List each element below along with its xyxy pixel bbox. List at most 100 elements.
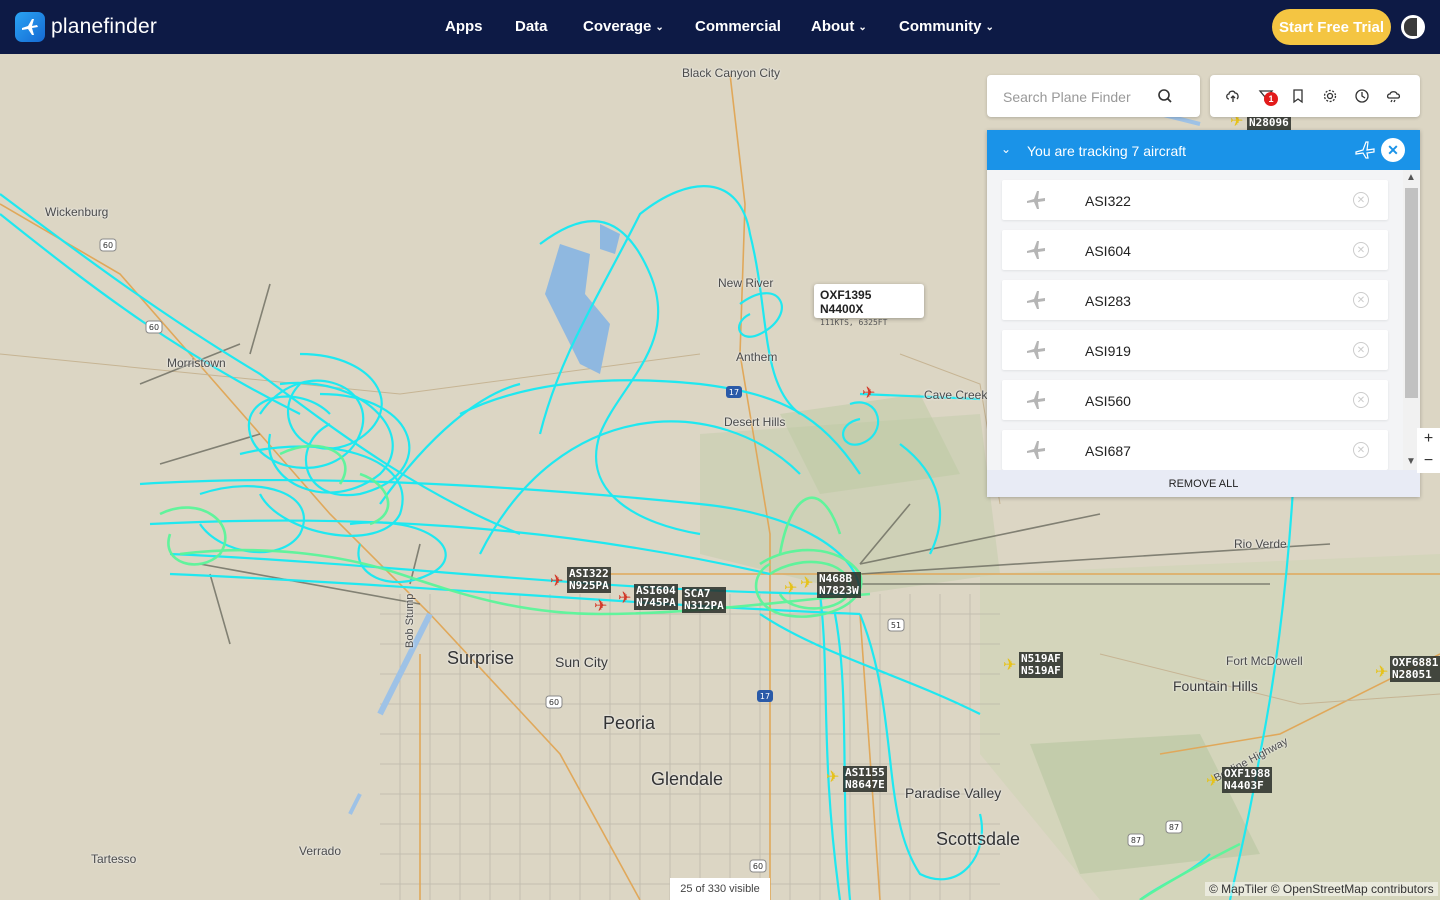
flight-registration: N745PA [636,596,676,609]
nav-commercial[interactable]: Commercial [695,18,781,35]
svg-text:60: 60 [549,698,559,707]
flight-label[interactable]: N519AF N519AF [1019,652,1063,678]
tracked-aircraft-row[interactable]: ASI283 ✕ [1002,280,1388,320]
plane-icon[interactable]: ✈ [800,576,813,592]
remove-aircraft-icon[interactable]: ✕ [1353,192,1369,208]
tracking-scrollbar[interactable]: ▲ ▼ [1403,170,1420,470]
user-avatar[interactable] [1401,15,1425,39]
aircraft-callsign: ASI604 [1085,243,1131,259]
tracking-panel: ⌄ You are tracking 7 aircraft ✕ ASI322 ✕… [987,130,1420,497]
plane-icon[interactable]: ✈ [1206,774,1219,790]
place-label: Cave Creek [924,388,988,402]
logo[interactable]: planefinder [15,11,157,43]
settings-icon[interactable] [1322,88,1338,104]
place-label: Tartesso [91,852,137,866]
zoom-out-button[interactable]: − [1417,450,1440,472]
nav-coverage[interactable]: Coverage ⌄ [583,18,664,35]
svg-text:60: 60 [753,862,763,871]
plane-icon[interactable]: ✈ [826,770,839,786]
place-label: Paradise Valley [905,785,1002,801]
plane-icon[interactable]: ✈ [784,581,797,597]
search-input[interactable] [1001,86,1165,108]
flight-registration: N7823W [819,584,859,597]
plane-icon[interactable]: ✈ [1375,665,1388,681]
tracked-aircraft-row[interactable]: ASI560 ✕ [1002,380,1388,420]
filter-count-badge: 1 [1264,92,1278,106]
start-free-trial-button[interactable]: Start Free Trial [1272,9,1391,45]
place-label: Rio Verde [1234,537,1287,551]
avatar-silhouette [1404,18,1417,36]
place-label: Wickenburg [45,205,109,219]
remove-aircraft-icon[interactable]: ✕ [1353,442,1369,458]
place-label: Scottsdale [936,829,1021,849]
flight-registration: N28051 [1392,668,1432,681]
flight-registration: N925PA [569,579,609,592]
place-label: Fort McDowell [1226,654,1303,668]
tracked-aircraft-row[interactable]: ASI687 ✕ [1002,430,1388,470]
scroll-down-icon[interactable]: ▼ [1406,456,1416,467]
aircraft-callsign: ASI322 [1085,193,1131,209]
svg-text:60: 60 [103,241,113,250]
svg-text:17: 17 [729,388,739,397]
scroll-up-icon[interactable]: ▲ [1406,172,1416,183]
svg-text:87: 87 [1131,836,1141,845]
svg-text:87: 87 [1169,823,1179,832]
chevron-down-icon[interactable]: ⌄ [1001,142,1011,156]
nav-apps[interactable]: Apps [445,18,483,35]
remove-aircraft-icon[interactable]: ✕ [1353,392,1369,408]
visible-count: 25 of 330 visible [670,878,770,900]
map-attribution[interactable]: © MapTiler © OpenStreetMap contributors [1205,882,1438,896]
aircraft-tooltip: OXF1395 N4400X 111KTS, 6325FT [814,284,924,327]
nav-community-label: Community [899,18,982,35]
remove-aircraft-icon[interactable]: ✕ [1353,342,1369,358]
upload-icon[interactable] [1225,88,1241,104]
tracking-title: You are tracking 7 aircraft [1027,143,1187,159]
plane-icon [1027,191,1045,209]
place-label: Fountain Hills [1173,678,1258,694]
remove-aircraft-icon[interactable]: ✕ [1353,242,1369,258]
nav-about[interactable]: About ⌄ [811,18,867,35]
logo-text: planefinder [51,15,158,38]
zoom-control: + − [1417,428,1440,473]
flight-label[interactable]: OXF1988 N4403F [1222,767,1273,793]
flight-label[interactable]: ASI155 N8647E [843,766,887,792]
tracked-aircraft-row[interactable]: ASI919 ✕ [1002,330,1388,370]
history-icon[interactable] [1354,88,1370,104]
tracked-aircraft-row[interactable]: ASI604 ✕ [1002,230,1388,270]
search-box [987,75,1200,117]
remove-all-button[interactable]: REMOVE ALL [987,470,1420,497]
plane-icon [1027,241,1045,259]
plane-icon[interactable]: ✈ [862,386,875,402]
plane-icon[interactable]: ✈ [1003,658,1016,674]
bookmark-icon[interactable] [1290,88,1306,104]
nav-commercial-label: Commercial [695,18,781,35]
plane-icon[interactable]: ✈ [550,574,563,590]
flight-label[interactable]: ASI604 N745PA [634,584,678,610]
zoom-in-button[interactable]: + [1417,428,1440,450]
flight-registration: N8647E [845,778,885,791]
weather-icon[interactable] [1386,88,1402,104]
flight-label[interactable]: N468B N7823W [817,572,861,598]
aircraft-callsign: ASI687 [1085,443,1131,459]
svg-text:60: 60 [149,323,159,332]
plane-icon [1027,341,1045,359]
flight-callsign: N28096 [1249,116,1289,129]
place-label: Black Canyon City [682,66,781,80]
plane-icon [1027,291,1045,309]
tracked-aircraft-row[interactable]: ASI322 ✕ [1002,180,1388,220]
nav-data[interactable]: Data [515,18,548,35]
remove-aircraft-icon[interactable]: ✕ [1353,292,1369,308]
svg-text:51: 51 [891,621,901,630]
flight-label[interactable]: SCA7 N312PA [682,587,726,613]
flight-label[interactable]: ASI322 N925PA [567,567,611,593]
flight-registration: N312PA [684,599,724,612]
plane-icon[interactable]: ✈ [618,591,631,607]
search-icon[interactable] [1157,88,1173,104]
flight-label[interactable]: OXF6881 N28051 [1390,656,1440,682]
scrollbar-thumb[interactable] [1405,188,1418,398]
plane-icon[interactable]: ✈ [594,599,607,615]
flight-registration: N4403F [1224,779,1264,792]
nav-community[interactable]: Community ⌄ [899,18,994,35]
flight-label[interactable]: N28096 [1247,116,1291,130]
close-tracking-button[interactable]: ✕ [1381,138,1405,162]
